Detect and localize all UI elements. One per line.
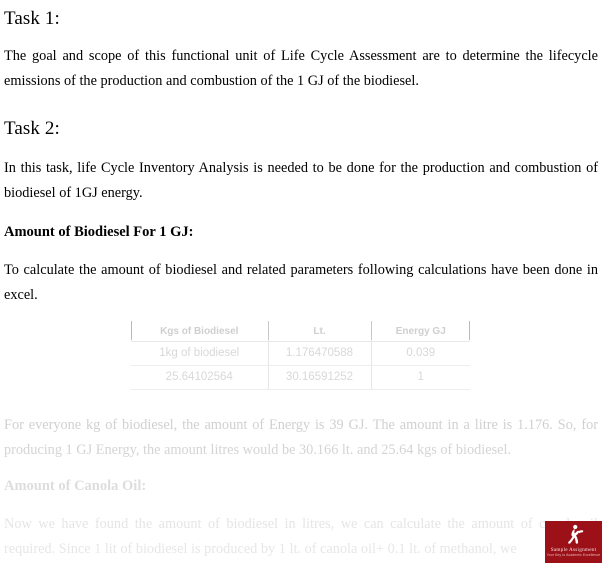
task-1-paragraph-block: The goal and scope of this functional un… xyxy=(4,44,598,94)
canola-oil-paragraph: Now we have found the amount of biodiese… xyxy=(4,516,598,557)
dancing-figure-logo-icon xyxy=(567,524,583,544)
canola-oil-heading: Amount of Canola Oil: xyxy=(4,478,147,494)
canola-oil-paragraph-block: Now we have found the amount of biodiese… xyxy=(4,512,598,562)
task-2-heading-block: Task 2: xyxy=(4,118,598,140)
amount-biodiesel-paragraph: To calculate the amount of biodiesel and… xyxy=(4,262,598,303)
calculation-table-wrapper: Kgs of Biodiesel Lt. Energy GJ 1kg of bi… xyxy=(131,321,470,390)
table-column-rule-1 xyxy=(268,321,269,340)
table-right-rule xyxy=(469,321,470,340)
table-header-kgs: Kgs of Biodiesel xyxy=(131,321,268,342)
table-header-row: Kgs of Biodiesel Lt. Energy GJ xyxy=(131,321,470,342)
sample-assignment-watermark: Sample Assignment Your Key to Academic E… xyxy=(545,521,602,563)
table-header-energy: Energy GJ xyxy=(370,321,470,342)
table-cell-lt-2: 30.16591252 xyxy=(267,365,371,390)
table-column-rule-2 xyxy=(371,321,372,340)
calculation-table: Kgs of Biodiesel Lt. Energy GJ 1kg of bi… xyxy=(131,321,470,390)
document-page: Task 1: The goal and scope of this funct… xyxy=(0,0,602,563)
canola-oil-heading-block: Amount of Canola Oil: xyxy=(4,478,598,495)
amount-biodiesel-heading-block: Amount of Biodiesel For 1 GJ: xyxy=(4,224,598,241)
task-2-heading: Task 2: xyxy=(4,118,60,139)
document-body: Task 1: The goal and scope of this funct… xyxy=(4,0,598,563)
task-1-paragraph: The goal and scope of this functional un… xyxy=(4,48,598,89)
table-row: 25.64102564 30.16591252 1 xyxy=(131,365,470,390)
table-cell-energy-1: 0.039 xyxy=(370,341,470,366)
table-cell-kgs-1: 1kg of biodiesel xyxy=(131,341,268,366)
task-2-paragraph-block: In this task, life Cycle Inventory Analy… xyxy=(4,156,598,206)
watermark-tagline: Your Key to Academic Excellence xyxy=(546,553,601,557)
amount-biodiesel-heading: Amount of Biodiesel For 1 GJ: xyxy=(4,224,194,240)
task-1-heading-block: Task 1: xyxy=(4,8,598,30)
table-header-lt: Lt. xyxy=(267,321,371,342)
table-left-rule xyxy=(131,321,132,340)
task-2-paragraph: In this task, life Cycle Inventory Analy… xyxy=(4,160,598,201)
table-cell-lt-1: 1.176470588 xyxy=(267,341,371,366)
energy-explanation-block: For everyone kg of biodiesel, the amount… xyxy=(4,413,598,463)
table-cell-kgs-2: 25.64102564 xyxy=(131,365,268,390)
task-1-heading: Task 1: xyxy=(4,8,60,29)
amount-biodiesel-paragraph-block: To calculate the amount of biodiesel and… xyxy=(4,258,598,308)
table-row: 1kg of biodiesel 1.176470588 0.039 xyxy=(131,341,470,366)
table-cell-energy-2: 1 xyxy=(370,365,470,390)
energy-explanation-paragraph: For everyone kg of biodiesel, the amount… xyxy=(4,417,598,458)
